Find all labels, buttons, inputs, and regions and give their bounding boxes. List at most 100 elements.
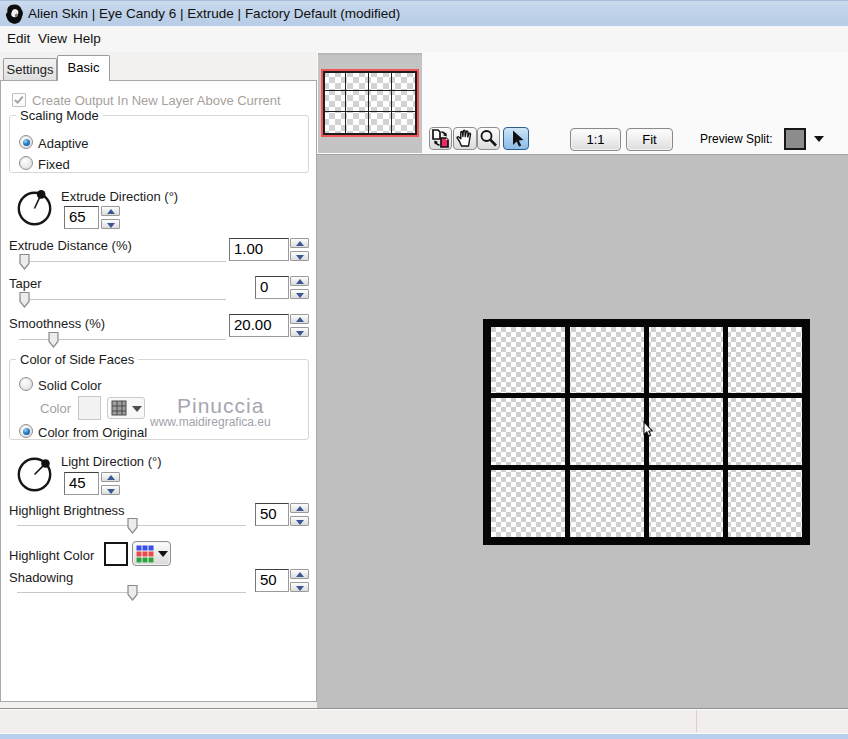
light-direction-dial[interactable] — [16, 456, 54, 494]
smoothness-field[interactable]: 20.00 — [229, 314, 289, 337]
grid-frame-bar — [723, 327, 728, 537]
extrude-distance-label: Extrude Distance (%) — [9, 238, 132, 253]
preview-thumbnail[interactable] — [321, 69, 419, 137]
smoothness-thumb[interactable] — [48, 331, 59, 348]
taper-slider[interactable] — [19, 299, 226, 300]
fit-button[interactable]: Fit — [626, 128, 673, 151]
adaptive-label[interactable]: Adaptive — [38, 136, 89, 151]
compare-original-button[interactable] — [429, 127, 452, 150]
palette-grid-icon — [111, 400, 127, 416]
zoom-tool-button[interactable] — [477, 127, 500, 150]
preview-split-swatch[interactable] — [784, 128, 806, 150]
thumbnail-grid-line — [368, 71, 369, 133]
spin-down-icon[interactable] — [101, 485, 120, 495]
hand-icon — [454, 128, 476, 149]
side-faces-title: Color of Side Faces — [16, 352, 138, 367]
fixed-label[interactable]: Fixed — [38, 157, 70, 172]
solid-color-label[interactable]: Solid Color — [38, 378, 102, 393]
spin-down-icon[interactable] — [290, 289, 309, 299]
shadowing-spinner[interactable] — [290, 569, 309, 592]
adaptive-radio[interactable] — [19, 135, 33, 149]
taper-thumb[interactable] — [19, 291, 30, 308]
fixed-radio[interactable] — [19, 156, 33, 170]
spin-down-icon[interactable] — [101, 219, 120, 229]
preview-split-arrow-icon[interactable] — [814, 136, 824, 142]
color-label: Color — [40, 401, 71, 416]
scaling-mode-title: Scaling Mode — [16, 108, 103, 123]
create-output-checkbox[interactable] — [12, 93, 26, 107]
watermark-url: www.maidiregrafica.eu — [150, 415, 271, 429]
thumbnail-strip — [318, 53, 422, 153]
thumbnail-grid-line — [323, 90, 417, 91]
color-palette-icon — [136, 545, 154, 563]
solid-color-dropdown[interactable] — [107, 397, 145, 419]
taper-spinner[interactable] — [290, 276, 309, 299]
spin-up-icon[interactable] — [290, 503, 309, 513]
check-icon — [13, 94, 25, 106]
thumbnail-grid-line — [323, 133, 417, 135]
spin-up-icon[interactable] — [290, 276, 309, 286]
radio-dot — [23, 139, 30, 146]
taper-field[interactable]: 0 — [255, 276, 289, 299]
light-direction-spinner[interactable] — [101, 472, 120, 495]
pan-tool-button[interactable] — [453, 127, 477, 150]
window-title: Alien Skin | Eye Candy 6 | Extrude | Fac… — [28, 6, 400, 21]
smoothness-spinner[interactable] — [290, 314, 309, 337]
spin-up-icon[interactable] — [290, 314, 309, 324]
spin-up-icon[interactable] — [290, 569, 309, 579]
dropdown-arrow-icon — [132, 406, 142, 412]
highlight-brightness-spinner[interactable] — [290, 503, 309, 526]
preview-split-label: Preview Split: — [700, 132, 773, 146]
menu-edit[interactable]: Edit — [7, 31, 30, 46]
menu-view[interactable]: View — [38, 31, 67, 46]
solid-color-radio[interactable] — [19, 377, 33, 391]
mouse-cursor — [643, 421, 653, 438]
extrude-direction-field[interactable]: 65 — [64, 206, 99, 229]
highlight-color-dropdown[interactable] — [132, 541, 171, 566]
magnifier-icon — [478, 128, 499, 149]
light-direction-field[interactable]: 45 — [64, 472, 99, 495]
spin-up-icon[interactable] — [101, 472, 120, 482]
title-bar[interactable]: Alien Skin | Eye Candy 6 | Extrude | Fac… — [0, 0, 848, 26]
thumbnail-grid-line — [323, 71, 417, 73]
tab-settings[interactable]: Settings — [3, 58, 57, 81]
compare-original-icon — [430, 128, 451, 149]
thumbnail-grid-line — [323, 111, 417, 112]
smoothness-label: Smoothness (%) — [9, 316, 105, 331]
highlight-brightness-field[interactable]: 50 — [255, 503, 289, 526]
spin-down-icon[interactable] — [290, 251, 309, 261]
grid-frame-bar — [565, 327, 570, 537]
spin-down-icon[interactable] — [290, 327, 309, 337]
arrow-cursor-icon — [504, 128, 528, 149]
menu-bar: Edit View Help — [0, 26, 848, 52]
dropdown-arrow-icon — [158, 551, 168, 557]
preview-area[interactable] — [317, 154, 848, 708]
extrude-distance-spinner[interactable] — [290, 238, 309, 261]
spin-down-icon[interactable] — [290, 582, 309, 592]
shadowing-thumb[interactable] — [127, 584, 138, 601]
extrude-distance-thumb[interactable] — [19, 253, 30, 270]
solid-color-swatch[interactable] — [78, 396, 101, 420]
grid-frame-bar — [491, 465, 802, 470]
select-tool-button[interactable] — [503, 127, 529, 150]
extrude-distance-slider[interactable] — [19, 261, 226, 262]
from-original-radio[interactable] — [19, 424, 33, 438]
extrude-direction-dial[interactable] — [16, 190, 54, 228]
highlight-brightness-thumb[interactable] — [127, 517, 138, 534]
spin-up-icon[interactable] — [101, 206, 120, 216]
grid-frame-bar — [491, 393, 802, 398]
shadowing-field[interactable]: 50 — [255, 569, 289, 592]
menu-help[interactable]: Help — [73, 31, 101, 46]
tab-basic[interactable]: Basic — [57, 55, 110, 81]
from-original-label[interactable]: Color from Original — [38, 425, 147, 440]
radio-dot — [23, 428, 30, 435]
highlight-brightness-label: Highlight Brightness — [9, 503, 125, 518]
extrude-distance-field[interactable]: 1.00 — [229, 238, 289, 261]
extrude-direction-spinner[interactable] — [101, 206, 120, 229]
window-bottom-border — [0, 733, 848, 739]
basic-tab-page: Create Output In New Layer Above Current… — [0, 80, 317, 702]
one-to-one-button[interactable]: 1:1 — [570, 128, 621, 151]
spin-up-icon[interactable] — [290, 238, 309, 248]
spin-down-icon[interactable] — [290, 516, 309, 526]
highlight-color-swatch[interactable] — [104, 542, 128, 566]
